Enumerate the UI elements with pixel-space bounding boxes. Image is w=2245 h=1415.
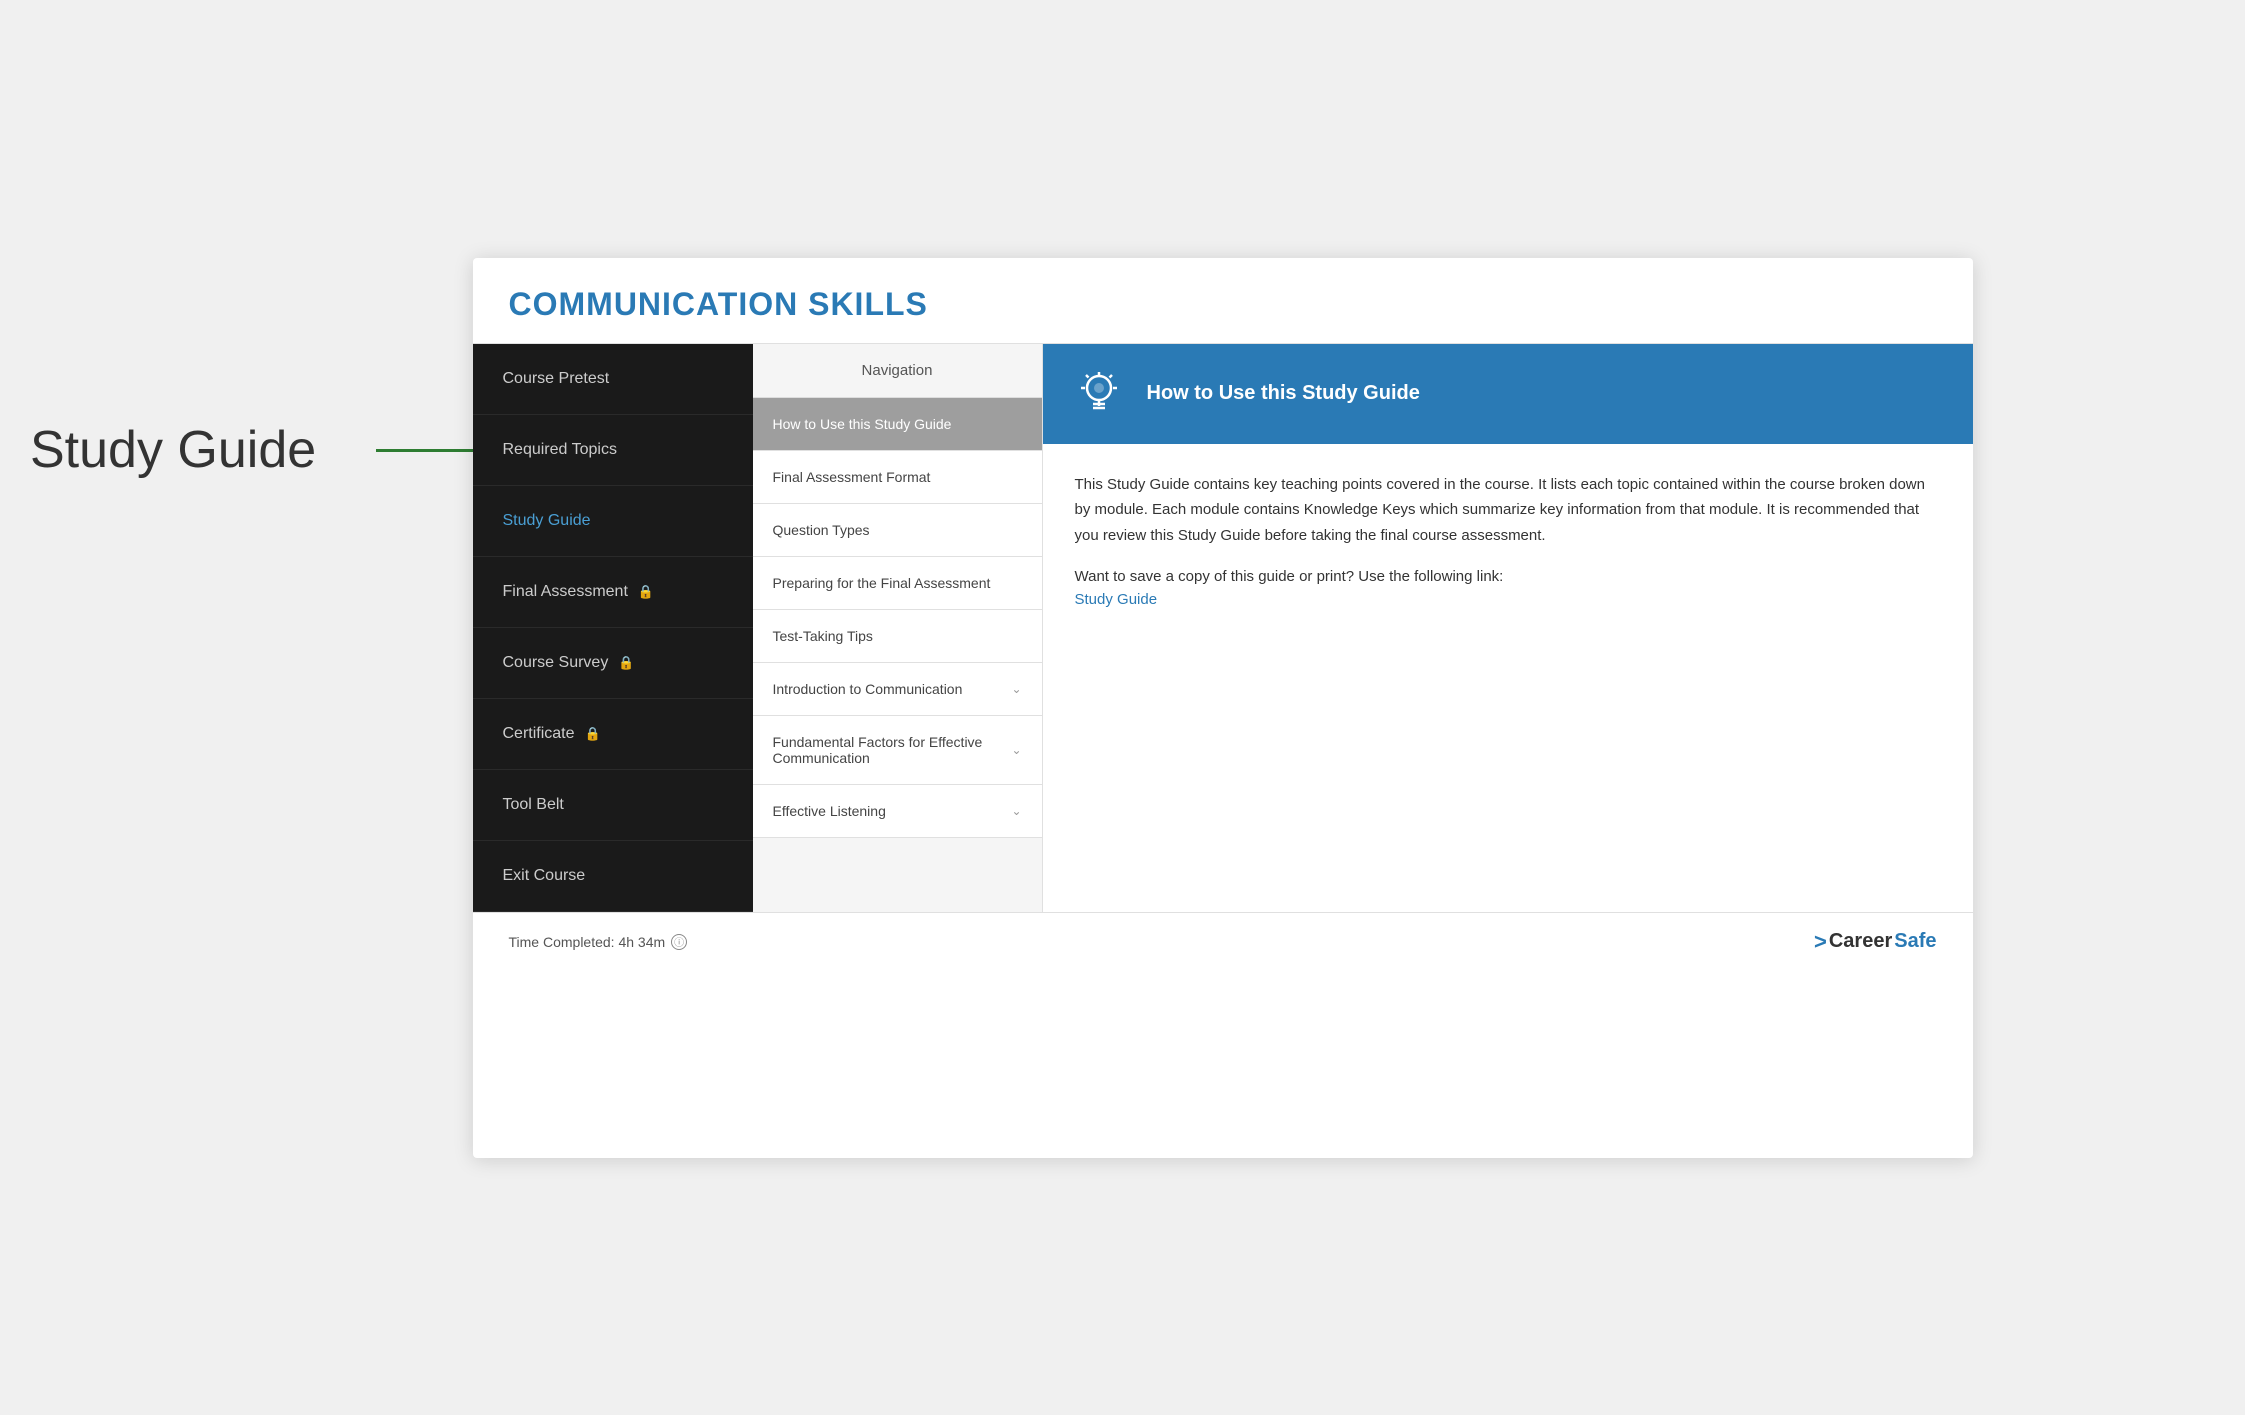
sidebar-item-study-guide[interactable]: Study Guide [473, 486, 753, 557]
nav-item-test-taking-tips[interactable]: Test-Taking Tips [753, 610, 1042, 663]
sidebar-item-certificate[interactable]: Certificate 🔒 [473, 699, 753, 770]
sidebar-item-label: Required Topics [503, 441, 617, 459]
sidebar-item-course-pretest[interactable]: Course Pretest [473, 344, 753, 415]
content-body: This Study Guide contains key teaching p… [1043, 444, 1973, 912]
lock-icon: 🔒 [618, 655, 634, 671]
nav-item-question-types[interactable]: Question Types [753, 504, 1042, 557]
nav-item-label: Introduction to Communication [773, 681, 963, 697]
nav-item-preparing-final[interactable]: Preparing for the Final Assessment [753, 557, 1042, 610]
nav-item-label: Final Assessment Format [773, 469, 931, 485]
sidebar-item-label: Course Survey [503, 654, 609, 672]
lock-icon: 🔒 [585, 726, 601, 742]
sidebar-item-required-topics[interactable]: Required Topics [473, 415, 753, 486]
lightbulb-icon [1071, 366, 1127, 422]
chevron-down-icon: ⌄ [1011, 804, 1021, 818]
sidebar-item-label: Course Pretest [503, 370, 610, 388]
main-card: COMMUNICATION SKILLS Course Pretest Requ… [473, 258, 1973, 1158]
brand-arrow: > [1814, 929, 1827, 955]
middle-panel: Navigation How to Use this Study Guide F… [753, 344, 1043, 912]
sidebar-item-course-survey[interactable]: Course Survey 🔒 [473, 628, 753, 699]
sidebar-item-exit-course[interactable]: Exit Course [473, 841, 753, 912]
left-sidebar: Course Pretest Required Topics Study Gui… [473, 344, 753, 912]
card-footer: Time Completed: 4h 34m ⓘ > Career Safe [473, 912, 1973, 971]
right-content-panel: How to Use this Study Guide This Study G… [1043, 344, 1973, 912]
content-paragraph: This Study Guide contains key teaching p… [1075, 472, 1941, 549]
footer-time-completed: Time Completed: 4h 34m ⓘ [509, 934, 688, 950]
sidebar-item-final-assessment[interactable]: Final Assessment 🔒 [473, 557, 753, 628]
study-guide-annotation: Study Guide [30, 420, 516, 480]
sidebar-item-label: Certificate [503, 725, 575, 743]
nav-header: Navigation [753, 344, 1042, 398]
sidebar-item-label: Final Assessment [503, 583, 628, 601]
nav-item-label: Question Types [773, 522, 870, 538]
nav-item-effective-listening[interactable]: Effective Listening ⌄ [753, 785, 1042, 838]
nav-item-label: Fundamental Factors for Effective Commun… [773, 734, 1012, 766]
card-title: COMMUNICATION SKILLS [509, 286, 928, 322]
nav-item-label: Preparing for the Final Assessment [773, 575, 991, 591]
lock-icon: 🔒 [638, 584, 654, 600]
sidebar-item-label: Tool Belt [503, 796, 564, 814]
chevron-down-icon: ⌄ [1011, 682, 1021, 696]
content-header: How to Use this Study Guide [1043, 344, 1973, 444]
footer-brand: > Career Safe [1814, 929, 1937, 955]
nav-item-label: How to Use this Study Guide [773, 416, 952, 432]
sidebar-item-label: Study Guide [503, 512, 591, 530]
nav-item-intro-communication[interactable]: Introduction to Communication ⌄ [753, 663, 1042, 716]
brand-career: Career [1829, 930, 1892, 953]
nav-item-final-assessment-format[interactable]: Final Assessment Format [753, 451, 1042, 504]
content-header-title: How to Use this Study Guide [1147, 382, 1420, 405]
card-body: Course Pretest Required Topics Study Gui… [473, 344, 1973, 912]
study-guide-link[interactable]: Study Guide [1075, 591, 1158, 608]
time-label: Time Completed: 4h 34m [509, 934, 666, 950]
nav-item-label: Test-Taking Tips [773, 628, 873, 644]
nav-item-label: Effective Listening [773, 803, 886, 819]
chevron-down-icon: ⌄ [1011, 743, 1021, 757]
info-icon[interactable]: ⓘ [671, 934, 687, 950]
nav-item-fundamental-factors[interactable]: Fundamental Factors for Effective Commun… [753, 716, 1042, 785]
sidebar-item-label: Exit Course [503, 867, 586, 885]
card-header: COMMUNICATION SKILLS [473, 258, 1973, 344]
sidebar-item-tool-belt[interactable]: Tool Belt [473, 770, 753, 841]
content-save-label: Want to save a copy of this guide or pri… [1075, 568, 1941, 585]
study-guide-label: Study Guide [30, 420, 316, 480]
nav-item-how-to-use[interactable]: How to Use this Study Guide [753, 398, 1042, 451]
brand-safe: Safe [1894, 930, 1936, 953]
